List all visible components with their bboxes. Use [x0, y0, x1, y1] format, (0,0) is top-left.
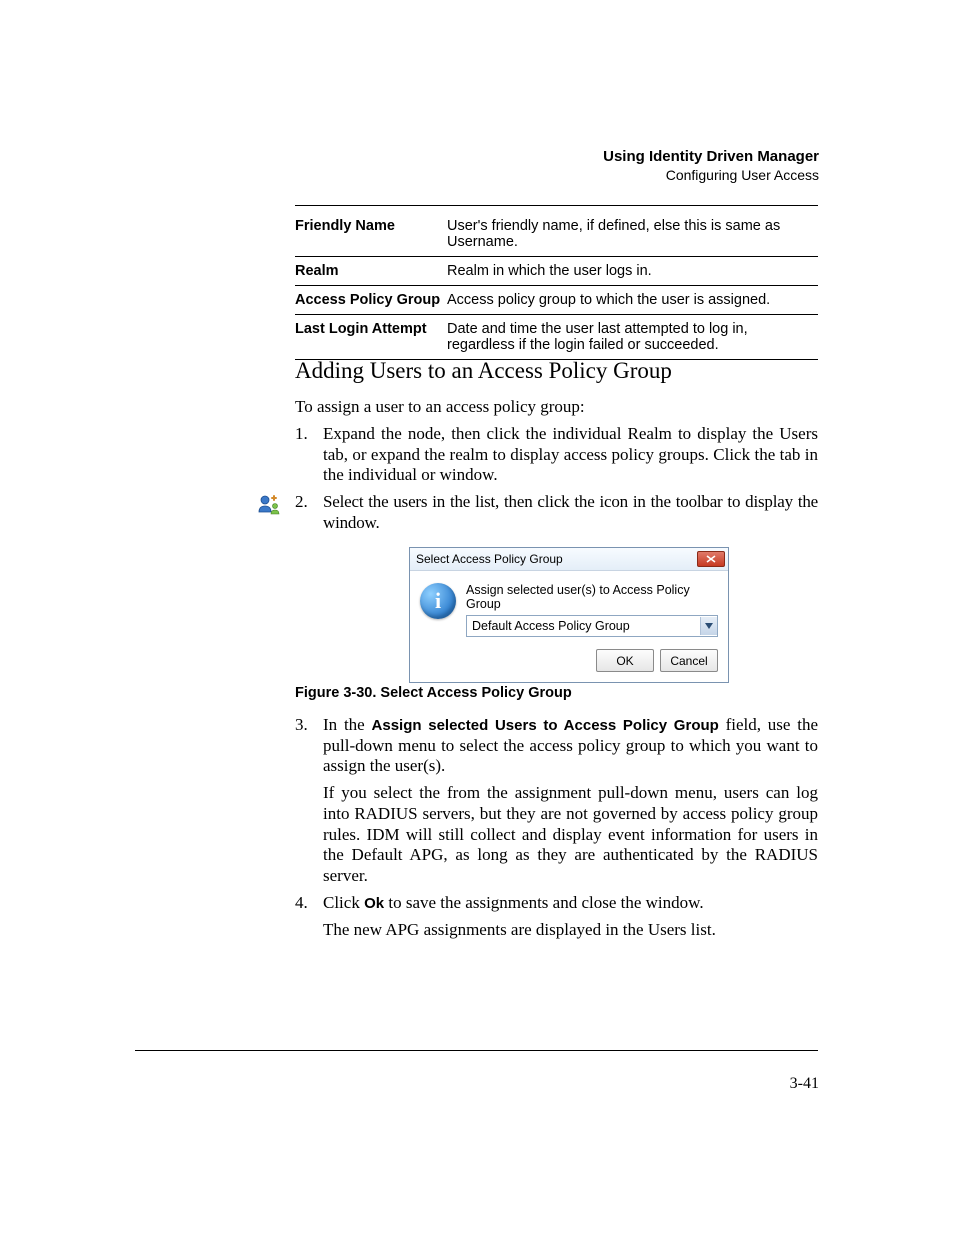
def-term: Friendly Name [295, 212, 447, 257]
footer-rule [135, 1050, 818, 1051]
step-number: 1. [295, 424, 323, 486]
intro-paragraph: To assign a user to an access policy gro… [295, 397, 818, 417]
list-item: 2. Select the users in the list, then cl… [295, 492, 818, 533]
def-desc: Access policy group to which the user is… [447, 286, 818, 315]
table-row: Realm Realm in which the user logs in. [295, 257, 818, 286]
ok-button[interactable]: OK [596, 649, 654, 672]
access-policy-group-select[interactable]: Default Access Policy Group [466, 615, 718, 637]
select-value: Default Access Policy Group [472, 619, 630, 633]
table-row: Last Login Attempt Date and time the use… [295, 315, 818, 360]
dialog-title-text: Select Access Policy Group [416, 552, 563, 566]
section-heading: Adding Users to an Access Policy Group [295, 358, 672, 384]
dialog-content: Assign selected user(s) to Access Policy… [466, 583, 718, 637]
header-subtitle: Configuring User Access [603, 167, 819, 183]
dialog-field-label: Assign selected user(s) to Access Policy… [466, 583, 718, 611]
def-term: Realm [295, 257, 447, 286]
info-icon: i [420, 583, 456, 619]
step-body: Click Ok to save the assignments and clo… [323, 893, 818, 940]
chevron-down-icon [700, 617, 717, 635]
header-title: Using Identity Driven Manager [603, 148, 819, 165]
paragraph: If you select the from the assignment pu… [323, 783, 818, 887]
page-header: Using Identity Driven Manager Configurin… [603, 148, 819, 183]
steps-list-part2: 3. In the Assign selected Users to Acces… [295, 715, 818, 946]
step-body: Select the users in the list, then click… [323, 492, 818, 533]
step-number: 4. [295, 893, 323, 940]
dialog-body: i Assign selected user(s) to Access Poli… [410, 571, 728, 645]
steps-list-part1: 1. Expand the node, then click the indiv… [295, 424, 818, 540]
step-body: In the Assign selected Users to Access P… [323, 715, 818, 887]
list-item: 1. Expand the node, then click the indiv… [295, 424, 818, 486]
document-page: Using Identity Driven Manager Configurin… [0, 0, 954, 1235]
select-access-policy-group-dialog: Select Access Policy Group i Assign sele… [409, 547, 729, 683]
dialog-buttons: OK Cancel [410, 645, 728, 682]
figure-caption: Figure 3-30. Select Access Policy Group [295, 685, 572, 701]
close-icon [706, 555, 716, 563]
table-row: Access Policy Group Access policy group … [295, 286, 818, 315]
definition-table: Friendly Name User's friendly name, if d… [295, 212, 818, 360]
step-body: Expand the node, then click the individu… [323, 424, 818, 486]
close-button[interactable] [697, 551, 725, 567]
list-item: 3. In the Assign selected Users to Acces… [295, 715, 818, 887]
step-number: 2. [295, 492, 323, 533]
step-number: 3. [295, 715, 323, 887]
page-number: 3-41 [790, 1075, 819, 1093]
def-term: Access Policy Group [295, 286, 447, 315]
table-top-rule [295, 205, 818, 206]
assign-users-icon [257, 492, 281, 516]
dialog-titlebar: Select Access Policy Group [410, 548, 728, 571]
paragraph: The new APG assignments are displayed in… [323, 920, 818, 941]
list-item: 4. Click Ok to save the assignments and … [295, 893, 818, 940]
def-desc: User's friendly name, if defined, else t… [447, 212, 818, 257]
def-desc: Realm in which the user logs in. [447, 257, 818, 286]
cancel-button[interactable]: Cancel [660, 649, 718, 672]
def-desc: Date and time the user last attempted to… [447, 315, 818, 360]
def-term: Last Login Attempt [295, 315, 447, 360]
table-row: Friendly Name User's friendly name, if d… [295, 212, 818, 257]
